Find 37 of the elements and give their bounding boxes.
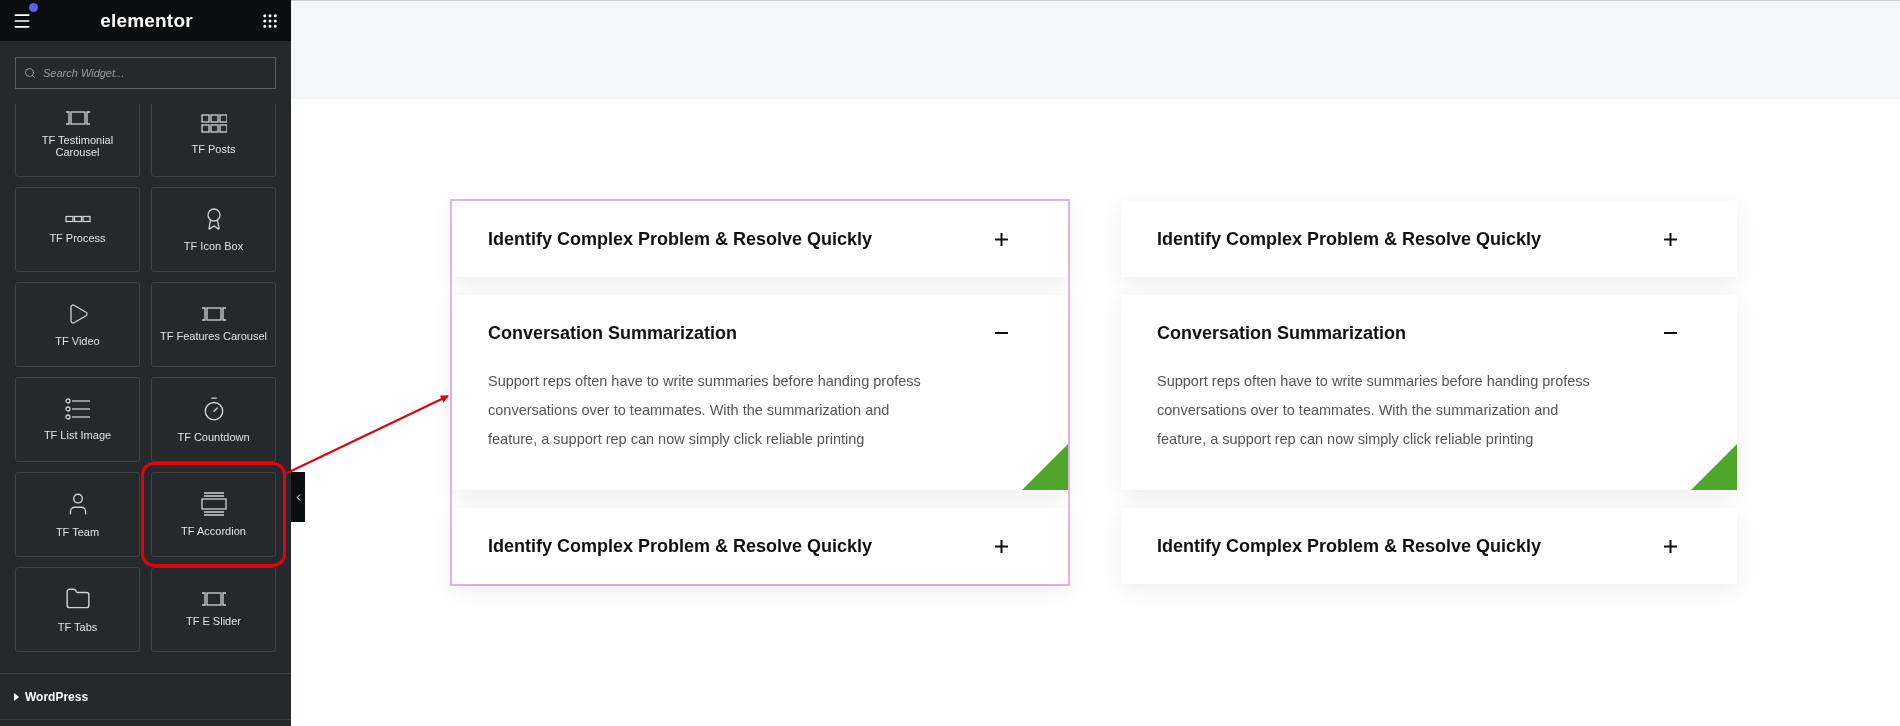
widget-tile[interactable]: TF Posts bbox=[151, 104, 276, 177]
list-icon bbox=[64, 397, 91, 420]
widget-tile[interactable]: TF Testimonial Carousel bbox=[15, 104, 140, 177]
minus-icon bbox=[1664, 332, 1677, 334]
apps-grid-button[interactable] bbox=[261, 11, 279, 30]
widget-tile[interactable]: TF Team bbox=[15, 472, 140, 557]
widget-tile[interactable]: TF E Slider bbox=[151, 567, 276, 652]
accordion-header[interactable]: Identify Complex Problem & Resolve Quickly bbox=[1121, 508, 1737, 584]
accordion-header[interactable]: Conversation Summarization bbox=[1121, 295, 1737, 371]
accordion-header[interactable]: Identify Complex Problem & Resolve Quickly bbox=[452, 508, 1068, 584]
accordion-header[interactable]: Identify Complex Problem & Resolve Quickly bbox=[1121, 201, 1737, 277]
category-header[interactable]: WordPress bbox=[0, 674, 291, 720]
widget-tile[interactable]: TF Countdown bbox=[151, 377, 276, 462]
widget-tile[interactable]: TF Icon Box bbox=[151, 187, 276, 272]
widget-tile[interactable]: TF Process bbox=[15, 187, 140, 272]
widget-tile[interactable]: TF Video bbox=[15, 282, 140, 367]
slides-icon bbox=[64, 110, 91, 125]
logo-text: elementor bbox=[100, 9, 193, 32]
plus-icon bbox=[1664, 232, 1677, 246]
widget-tile[interactable]: TF List Image bbox=[15, 377, 140, 462]
accordion-header[interactable]: Identify Complex Problem & Resolve Quickly bbox=[452, 201, 1068, 277]
search-icon bbox=[24, 67, 36, 79]
grid-icon bbox=[200, 113, 227, 134]
accordion-header[interactable]: Conversation Summarization bbox=[452, 295, 1068, 371]
accordion-body-text: Support reps often have to write summaries before handing profess conversations over to teammates. With the summarization and feature, a support rep can now simply click reliable printing bbox=[487, 372, 922, 449]
process-icon bbox=[64, 214, 91, 223]
search-field[interactable]: Search Widget... bbox=[15, 57, 276, 89]
accordion-body-text: Support reps often have to write summaries before handing profess conversations over to teammates. With the summarization and feature, a support rep can now simply click reliable printing bbox=[1156, 372, 1591, 449]
slides-icon bbox=[200, 306, 227, 321]
widget-tile[interactable]: TF Features Carousel bbox=[151, 282, 276, 367]
widget-tile[interactable]: TF Tabs bbox=[15, 567, 140, 652]
plus-icon bbox=[995, 539, 1008, 553]
slides-icon bbox=[200, 591, 227, 606]
plus-icon bbox=[995, 232, 1008, 246]
minus-icon bbox=[995, 332, 1008, 334]
accordion-icon bbox=[200, 491, 227, 516]
plus-icon bbox=[1664, 539, 1677, 553]
